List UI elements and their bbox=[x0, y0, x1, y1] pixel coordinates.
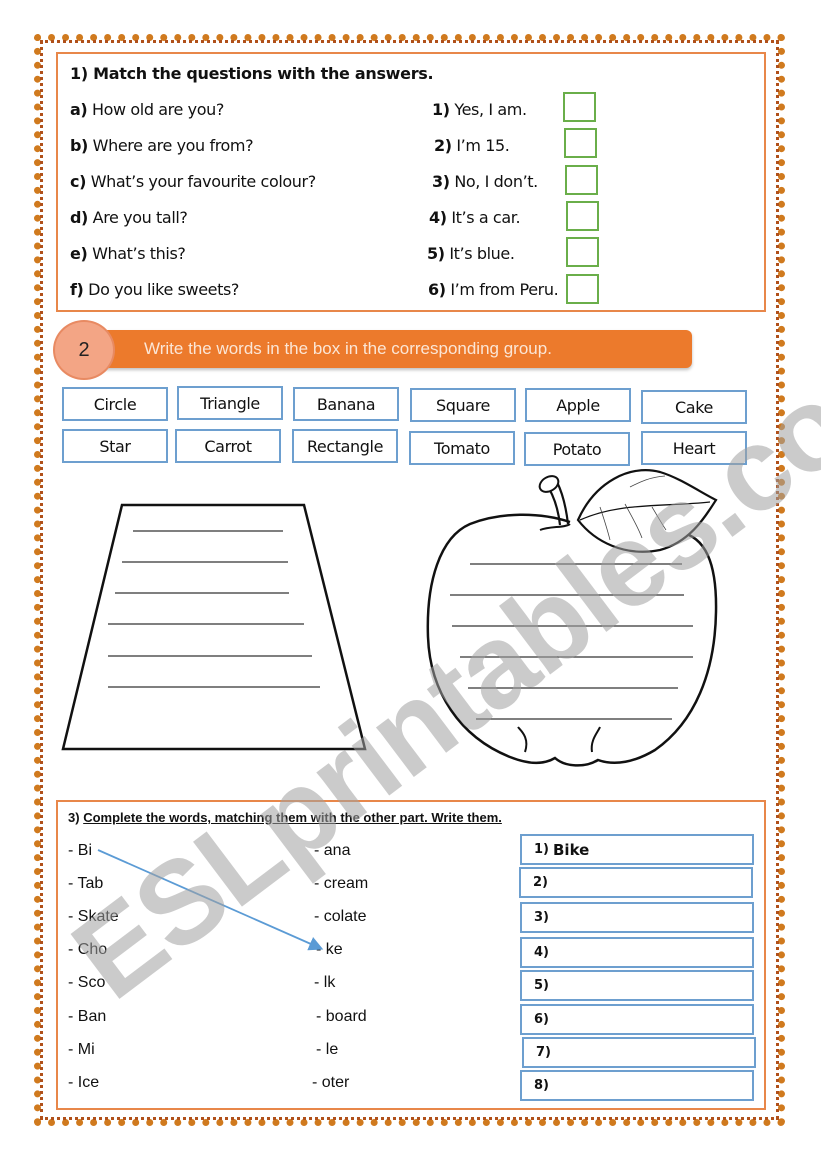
answer-field-8[interactable]: 8) bbox=[520, 1070, 754, 1101]
answer-2: 2) I’m 15. bbox=[434, 136, 510, 155]
question-d: d) Are you tall? bbox=[70, 208, 188, 227]
section-1-title: 1) Match the questions with the answers. bbox=[70, 64, 434, 83]
word-box: Apple bbox=[525, 388, 631, 422]
arrow-line bbox=[97, 849, 324, 951]
answer-checkbox-3[interactable] bbox=[565, 165, 598, 195]
word-box: Triangle bbox=[177, 386, 283, 420]
answer-checkbox-6[interactable] bbox=[566, 274, 599, 304]
question-c: c) What’s your favourite colour? bbox=[70, 172, 316, 191]
right-fragment: - lk bbox=[314, 974, 336, 991]
word-box: Tomato bbox=[409, 431, 515, 465]
answer-checkbox-1[interactable] bbox=[563, 92, 596, 122]
word-box: Banana bbox=[293, 387, 399, 421]
question-f: f) Do you like sweets? bbox=[70, 280, 239, 299]
left-fragment: - Sco bbox=[68, 974, 106, 991]
word-box: Heart bbox=[641, 431, 747, 465]
answer-checkbox-5[interactable] bbox=[566, 237, 599, 267]
word-box: Potato bbox=[524, 432, 630, 466]
section-2-instruction: Write the words in the box in the corres… bbox=[144, 339, 552, 358]
answer-1: 1) Yes, I am. bbox=[432, 100, 527, 119]
trapezoid-outline bbox=[61, 503, 367, 751]
left-fragment: - Ban bbox=[68, 1008, 107, 1025]
answer-field-5[interactable]: 5) bbox=[520, 970, 754, 1001]
word-box: Circle bbox=[62, 387, 168, 421]
left-fragment: - Ice bbox=[68, 1074, 100, 1091]
answer-3: 3) No, I don’t. bbox=[432, 172, 538, 191]
apple-shape-group bbox=[426, 469, 718, 767]
question-e: e) What’s this? bbox=[70, 244, 186, 263]
answer-field-1[interactable]: 1) Bike bbox=[520, 834, 754, 865]
word-box: Cake bbox=[641, 390, 747, 424]
word-box: Rectangle bbox=[292, 429, 398, 463]
answer-field-7[interactable]: 7) bbox=[522, 1037, 756, 1068]
section-2-number-badge: 2 bbox=[53, 320, 115, 380]
trapezoid-shape-group bbox=[61, 503, 367, 751]
right-fragment: - le bbox=[316, 1041, 339, 1058]
word-box: Star bbox=[62, 429, 168, 463]
right-fragment: - board bbox=[316, 1008, 367, 1025]
answer-checkbox-2[interactable] bbox=[564, 128, 597, 158]
section-2-instruction-banner: Write the words in the box in the corres… bbox=[100, 330, 692, 368]
answer-field-3[interactable]: 3) bbox=[520, 902, 754, 933]
section-1-match: 1) Match the questions with the answers.… bbox=[56, 52, 766, 312]
section-2-number: 2 bbox=[78, 338, 90, 361]
example-arrow bbox=[97, 849, 324, 951]
answer-field-6[interactable]: 6) bbox=[520, 1004, 754, 1035]
answer-4: 4) It’s a car. bbox=[429, 208, 521, 227]
answer-5: 5) It’s blue. bbox=[427, 244, 515, 263]
answer-6: 6) I’m from Peru. bbox=[428, 280, 559, 299]
answer-field-2[interactable]: 2) bbox=[519, 867, 753, 898]
word-box: Square bbox=[410, 388, 516, 422]
left-fragment: - Mi bbox=[68, 1041, 95, 1058]
word-box: Carrot bbox=[175, 429, 281, 463]
section-3-complete-words: 3) Complete the words, matching them wit… bbox=[56, 800, 766, 1110]
question-b: b) Where are you from? bbox=[70, 136, 254, 155]
answer-field-4[interactable]: 4) bbox=[520, 937, 754, 968]
apple-outline bbox=[426, 513, 718, 767]
answer-checkbox-4[interactable] bbox=[566, 201, 599, 231]
right-fragment: - oter bbox=[312, 1074, 350, 1091]
question-a: a) How old are you? bbox=[70, 100, 224, 119]
